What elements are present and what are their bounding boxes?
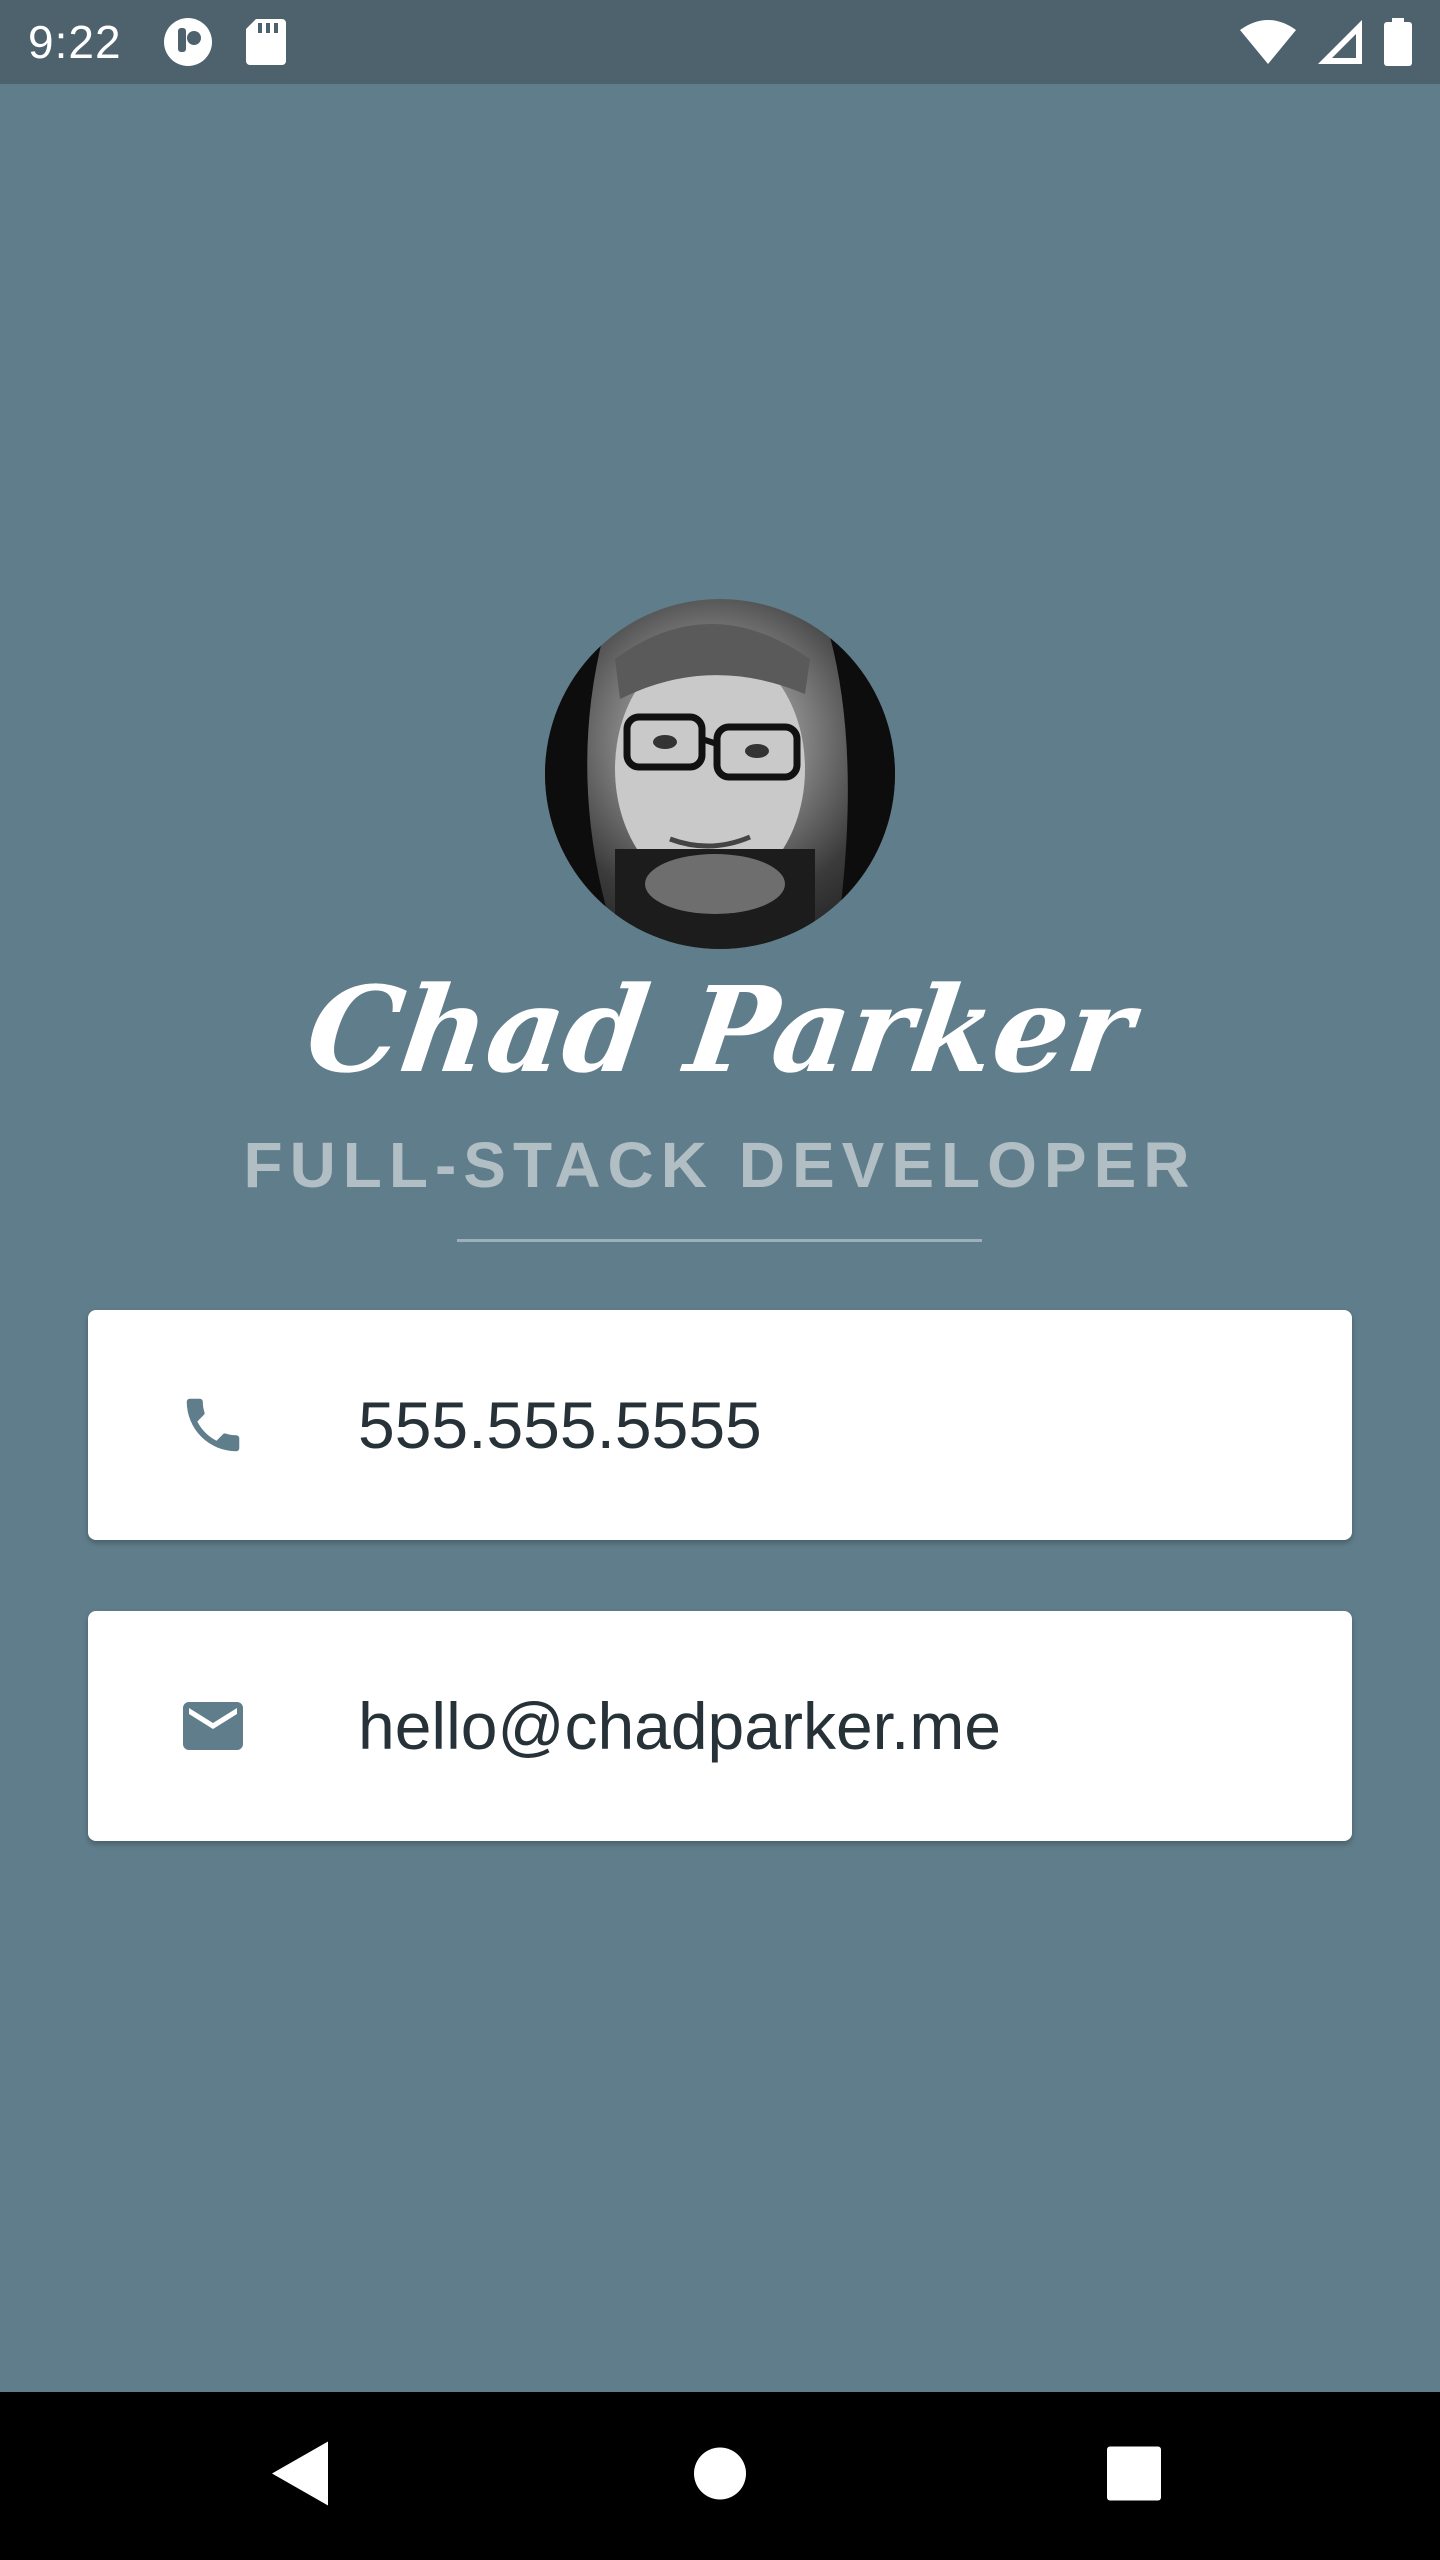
cell-signal-icon [1318, 20, 1362, 64]
recents-icon[interactable] [1107, 2446, 1161, 2506]
profile-photo [545, 599, 895, 949]
notification-app-icon [162, 16, 214, 68]
email-address: hello@chadparker.me [358, 1689, 1002, 1763]
status-left-icons [162, 16, 286, 68]
profile-title: FULL-STACK DEVELOPER [243, 1129, 1197, 1201]
battery-icon [1384, 18, 1412, 66]
phone-number: 555.555.5555 [358, 1388, 762, 1462]
wifi-icon [1240, 20, 1296, 64]
phone-icon [168, 1380, 258, 1470]
status-time: 9:22 [28, 16, 122, 68]
status-right-icons [1240, 18, 1412, 66]
profile-name: Chad Parker [298, 960, 1142, 1099]
email-icon [168, 1681, 258, 1771]
back-icon[interactable] [272, 2441, 328, 2511]
avatar [545, 599, 895, 949]
email-card[interactable]: hello@chadparker.me [88, 1611, 1352, 1841]
status-bar: 9:22 [0, 0, 1440, 84]
phone-card[interactable]: 555.555.5555 [88, 1310, 1352, 1540]
navigation-bar [0, 2392, 1440, 2560]
divider [457, 1239, 982, 1242]
sd-card-icon [245, 19, 286, 65]
home-icon[interactable] [693, 2447, 747, 2506]
